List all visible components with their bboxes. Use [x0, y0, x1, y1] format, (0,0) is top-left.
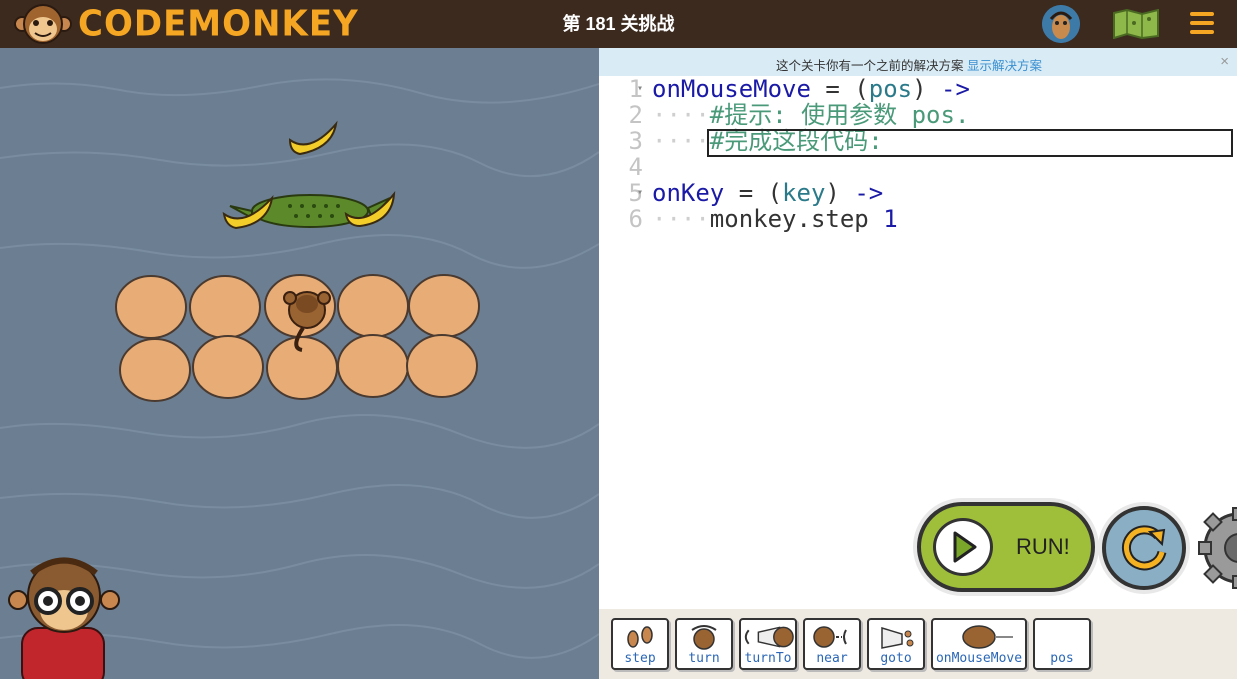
- command-tray: step turn turnTo near goto onMouseMove pos: [599, 609, 1237, 679]
- code-text: ····monkey.step 1: [652, 206, 898, 232]
- command-tile-turnto[interactable]: turnTo: [739, 618, 797, 670]
- reset-button[interactable]: [1102, 506, 1186, 590]
- line-number: 2: [628, 101, 643, 129]
- command-tile-turn[interactable]: turn: [675, 618, 733, 670]
- command-tile-label: step: [624, 651, 656, 666]
- command-tile-step[interactable]: step: [611, 618, 669, 670]
- command-tile-label: goto: [880, 651, 912, 666]
- settings-gear-icon[interactable]: [1197, 506, 1237, 590]
- command-tile-pos[interactable]: pos: [1033, 618, 1091, 670]
- code-token: onKey: [652, 179, 725, 207]
- code-token: 1: [883, 205, 898, 233]
- close-icon[interactable]: ×: [1220, 53, 1229, 70]
- banana-icon: [288, 120, 338, 156]
- reset-icon: [1122, 525, 1167, 571]
- code-panel: 这个关卡你有一个之前的解决方案 显示解决方案 × 1 ▾ onMouseMove =…: [599, 48, 1237, 679]
- code-token: ····: [652, 205, 710, 233]
- code-token: ->: [854, 179, 884, 207]
- code-token: ->: [941, 75, 970, 103]
- code-editor[interactable]: 1 ▾ onMouseMove = (pos) -> 2 ····#提示: 使用参数 p…: [599, 76, 1237, 376]
- notice-message: 这个关卡你有一个之前的解决方案: [775, 59, 964, 73]
- turn-to-icon: [741, 624, 795, 650]
- code-token: ): [912, 75, 927, 103]
- line-number: 6: [628, 205, 643, 233]
- command-tile-label: pos: [1050, 651, 1074, 666]
- code-token: monkey.step: [709, 205, 884, 233]
- code-line[interactable]: 6 ····monkey.step 1: [599, 206, 1237, 232]
- code-text: onKey = (key) ->: [652, 180, 883, 206]
- code-line[interactable]: 2 ····#提示: 使用参数 pos.: [599, 102, 1237, 128]
- code-token: pos: [868, 75, 913, 103]
- show-solution-link[interactable]: 显示解决方案: [967, 59, 1042, 73]
- mouse-icon: [933, 624, 1025, 650]
- code-token: key: [782, 179, 826, 207]
- menu-icon[interactable]: [1190, 12, 1214, 36]
- top-bar: CODEMONKEY 第 181 关挑战: [0, 0, 1237, 48]
- line-number: 3: [628, 127, 643, 155]
- goto-icon: [869, 624, 923, 650]
- fold-arrow-icon[interactable]: ▾: [637, 76, 643, 102]
- code-line[interactable]: 1 ▾ onMouseMove = (pos) ->: [599, 76, 1237, 102]
- code-line[interactable]: 4: [599, 154, 1237, 180]
- fold-arrow-icon[interactable]: ▾: [637, 180, 643, 206]
- command-tile-label: near: [816, 651, 848, 666]
- command-tile-onmousemove[interactable]: onMouseMove: [931, 618, 1027, 670]
- code-text: ····#提示: 使用参数 pos.: [652, 102, 969, 128]
- command-tile-label: onMouseMove: [935, 651, 1023, 666]
- previous-solution-notice: 这个关卡你有一个之前的解决方案 显示解决方案 ×: [599, 48, 1237, 76]
- command-tile-label: turn: [688, 651, 720, 666]
- code-token: (: [854, 75, 869, 103]
- run-label: RUN!: [1016, 534, 1070, 559]
- current-line-highlight: [707, 129, 1233, 157]
- guide-monkey-icon: [8, 557, 120, 679]
- code-token: =: [810, 75, 855, 103]
- code-token: onMouseMove: [652, 75, 811, 103]
- game-canvas[interactable]: [0, 48, 599, 679]
- play-icon: [933, 518, 993, 576]
- command-tile-goto[interactable]: goto: [867, 618, 925, 670]
- footprints-icon: [613, 624, 667, 650]
- profile-avatar-icon[interactable]: [1042, 5, 1080, 43]
- code-token: (: [767, 179, 783, 207]
- near-icon: [805, 624, 859, 650]
- line-number: 4: [628, 153, 643, 181]
- code-token: #提示: 使用参数 pos.: [709, 101, 970, 129]
- code-token: ····: [652, 101, 710, 129]
- code-text: onMouseMove = (pos) ->: [652, 76, 970, 102]
- command-tile-near[interactable]: near: [803, 618, 861, 670]
- command-tile-label: turnTo: [744, 651, 792, 666]
- map-icon[interactable]: [1112, 8, 1160, 40]
- code-token: ····: [652, 127, 710, 155]
- turn-icon: [677, 624, 731, 650]
- run-button[interactable]: RUN!: [917, 502, 1095, 592]
- code-token: =: [724, 179, 768, 207]
- code-line[interactable]: 5 ▾ onKey = (key) ->: [599, 180, 1237, 206]
- code-token: ): [825, 179, 840, 207]
